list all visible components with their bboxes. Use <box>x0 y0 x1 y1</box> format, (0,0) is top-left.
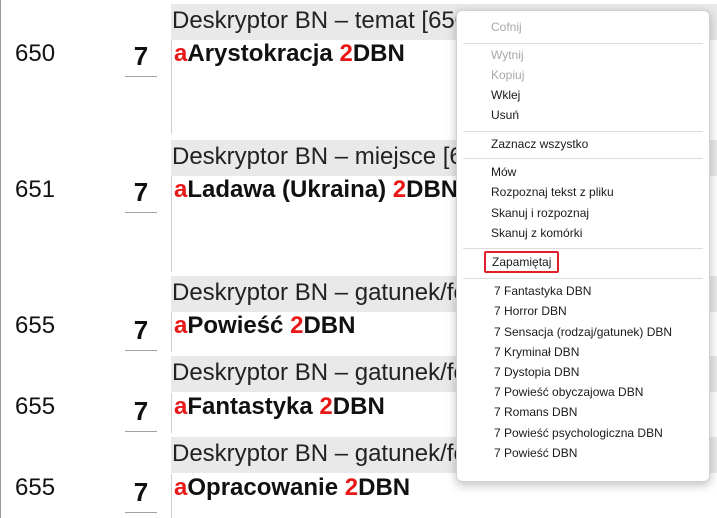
indicator-field[interactable]: 7 <box>125 36 157 77</box>
subfield-code-a: a <box>174 312 188 339</box>
menu-item-cut[interactable]: Wytnij <box>491 46 524 64</box>
menu-item-undo[interactable]: Cofnij <box>491 18 522 36</box>
menu-item-suggestion[interactable]: 7 Kryminał DBN <box>494 343 579 361</box>
menu-item-ocr-file[interactable]: Rozpoznaj tekst z pliku <box>491 183 614 201</box>
menu-item-scan-ocr[interactable]: Skanuj i rozpoznaj <box>491 204 589 222</box>
menu-divider <box>463 131 703 132</box>
subfield-value: Arystokracja <box>187 40 340 67</box>
menu-divider <box>463 158 703 159</box>
menu-item-suggestion[interactable]: 7 Dystopia DBN <box>494 363 579 381</box>
menu-item-speak[interactable]: Mów <box>491 163 516 181</box>
subfield-source: DBN <box>303 312 356 339</box>
menu-divider <box>463 43 703 44</box>
subfield-value: Opracowanie <box>187 474 345 501</box>
menu-item-select-all[interactable]: Zaznacz wszystko <box>491 135 588 153</box>
subfield-source: DBN <box>358 474 411 501</box>
subfield-code-a: a <box>174 40 188 67</box>
indicator-field[interactable]: 7 <box>125 310 157 351</box>
menu-item-remember[interactable]: Zapamiętaj <box>484 251 560 273</box>
field-tag: 650 <box>15 40 56 67</box>
subfield-source: DBN <box>406 176 459 203</box>
field-tag: 651 <box>15 176 56 203</box>
menu-divider <box>463 278 703 279</box>
subfield-code-2: 2 <box>290 312 304 339</box>
context-menu: Cofnij Wytnij Kopiuj Wklej Usuń Zaznacz … <box>456 10 710 482</box>
subfield-code-a: a <box>174 474 188 501</box>
subfield-source: DBN <box>352 40 405 67</box>
menu-item-suggestion[interactable]: 7 Powieść obyczajowa DBN <box>494 383 643 401</box>
menu-divider <box>463 248 703 249</box>
menu-item-delete[interactable]: Usuń <box>491 106 519 124</box>
subfield-value: Powieść <box>187 312 291 339</box>
field-tag: 655 <box>15 474 56 501</box>
subfield-value: Fantastyka <box>187 393 320 420</box>
menu-item-suggestion[interactable]: 7 Romans DBN <box>494 403 577 421</box>
menu-item-suggestion[interactable]: 7 Powieść psychologiczna DBN <box>494 424 663 442</box>
subfield-code-2: 2 <box>392 176 407 203</box>
field-tag: 655 <box>15 393 56 420</box>
menu-item-paste[interactable]: Wklej <box>491 86 520 104</box>
indicator-field[interactable]: 7 <box>125 391 157 432</box>
subfield-code-2: 2 <box>319 393 333 420</box>
menu-item-suggestion[interactable]: 7 Sensacja (rodzaj/gatunek) DBN <box>494 323 672 341</box>
menu-item-scan-cell[interactable]: Skanuj z komórki <box>491 224 582 242</box>
menu-item-suggestion[interactable]: 7 Powieść DBN <box>494 444 577 462</box>
menu-item-suggestion[interactable]: 7 Fantastyka DBN <box>494 282 591 300</box>
subfield-code-a: a <box>174 176 188 203</box>
subfield-value: Ladawa (Ukraina) <box>187 176 393 203</box>
subfield-code-2: 2 <box>344 474 359 501</box>
subfield-code-a: a <box>174 393 188 420</box>
field-tag: 655 <box>15 312 56 339</box>
menu-item-suggestion[interactable]: 7 Horror DBN <box>494 302 567 320</box>
indicator-field[interactable]: 7 <box>125 172 157 213</box>
subfield-code-2: 2 <box>339 40 353 67</box>
indicator-field[interactable]: 7 <box>125 472 157 513</box>
subfield-source: DBN <box>332 393 385 420</box>
menu-item-copy[interactable]: Kopiuj <box>491 66 524 84</box>
